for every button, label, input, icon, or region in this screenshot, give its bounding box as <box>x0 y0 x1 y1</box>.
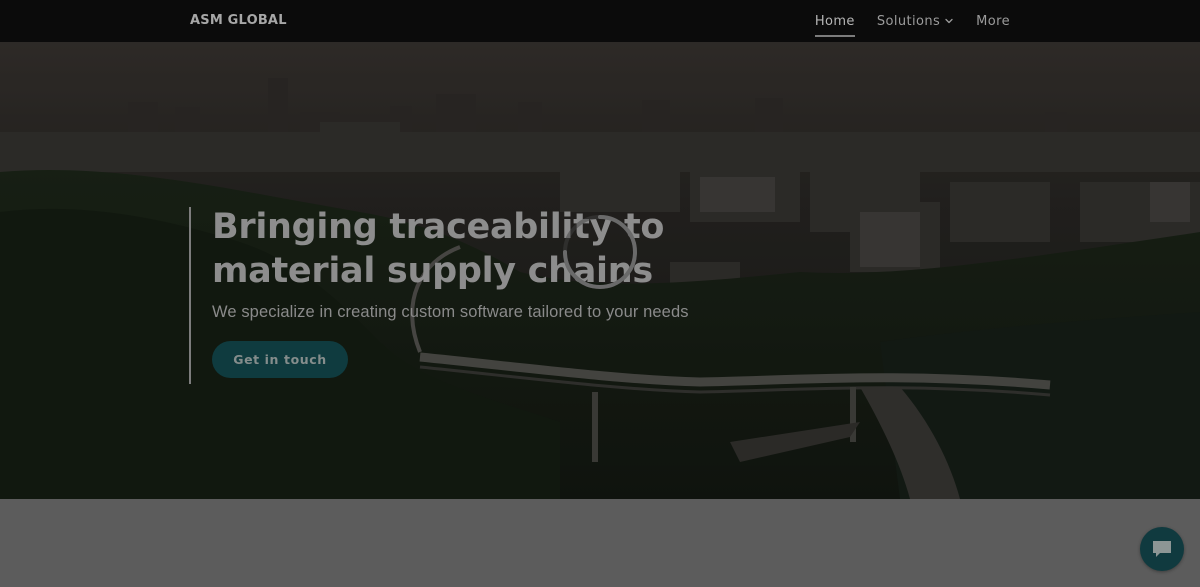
nav-item-label: Solutions <box>876 13 941 29</box>
main-nav: Home Solutions More <box>814 0 1010 42</box>
nav-item-solutions[interactable]: Solutions <box>877 10 954 33</box>
hero-subheadline: We specialize in creating custom softwar… <box>212 303 689 321</box>
brand-logo[interactable]: ASM GLOBAL <box>190 13 287 28</box>
hero-section: Bringing traceability to material supply… <box>0 42 1200 499</box>
hero-headline: Bringing traceability to material supply… <box>212 207 665 291</box>
nav-item-more[interactable]: More <box>976 10 1010 33</box>
content-section <box>0 499 1200 587</box>
chevron-down-icon <box>945 18 953 24</box>
get-in-touch-button[interactable]: Get in touch <box>212 341 348 378</box>
hero-accent-line <box>189 207 191 384</box>
nav-item-home[interactable]: Home <box>814 10 855 37</box>
loading-spinner-icon <box>563 215 637 289</box>
chat-bubble-icon <box>1153 541 1171 557</box>
nav-item-label: More <box>976 13 1010 29</box>
top-navigation-bar: ASM GLOBAL Home Solutions More <box>0 0 1200 42</box>
nav-item-label: Home <box>814 13 855 29</box>
chat-button[interactable] <box>1140 527 1184 571</box>
